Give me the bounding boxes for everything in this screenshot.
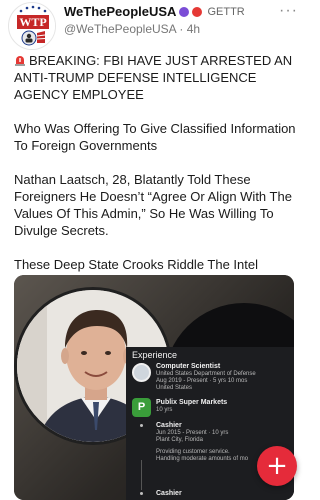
influencer-badge-icon — [192, 6, 203, 17]
job1-dates: Aug 2019 - Present · 5 yrs 10 mos — [156, 378, 248, 384]
role2-title: Cashier — [156, 490, 182, 497]
post-paragraph-4: These Deep State Crooks Riddle The Intel — [14, 257, 259, 272]
publix-logo-icon: P — [132, 398, 151, 417]
timeline-dot — [140, 424, 143, 427]
job1-org: United States Department of Defense — [156, 371, 256, 377]
job1-location: United States — [156, 385, 193, 391]
separator: · — [179, 22, 184, 36]
role1-title: Cashier — [156, 422, 182, 429]
post-time[interactable]: 4h — [187, 22, 200, 36]
post-body: BREAKING: FBI HAVE JUST ARRESTED AN ANTI… — [14, 52, 298, 292]
author-name[interactable]: WeThePeopleUSA — [64, 4, 176, 19]
timeline-dot — [140, 492, 143, 495]
role1-location: Plant City, Florida — [156, 437, 203, 443]
post-header: WeThePeopleUSA GETTR @WeThePeopleUSA · 4… — [64, 4, 300, 40]
dod-seal-icon — [132, 363, 151, 382]
post-paragraph-3: Nathan Laatsch, 28, Blatantly Told These… — [14, 172, 292, 238]
handle-row: @WeThePeopleUSA · 4h — [64, 22, 300, 36]
role1-desc-1: Providing customer service. — [156, 449, 230, 455]
role1-desc-2: Handling moderate amounts of mo — [156, 456, 249, 462]
post-media-image[interactable]: Experience Computer Scientist United Sta… — [14, 275, 294, 500]
wtp-logo-icon: WTP — [10, 4, 55, 49]
timeline-line — [141, 460, 142, 490]
job2-duration: 10 yrs — [156, 407, 173, 413]
role1-dates: Jun 2015 - Present · 10 yrs — [156, 430, 229, 436]
avatar-logo-text: WTP — [19, 15, 46, 29]
post-paragraph-2: Who Was Offering To Give Classified Info… — [14, 121, 296, 153]
verified-badge-icon — [179, 6, 190, 17]
siren-icon — [15, 56, 25, 66]
platform-label: GETTR — [207, 5, 245, 18]
compose-plus-button[interactable]: + — [257, 446, 297, 486]
experience-title: Experience — [132, 350, 178, 360]
post-paragraph-1-text: BREAKING: FBI HAVE JUST ARRESTED AN ANTI… — [14, 53, 293, 102]
more-dots-icon[interactable]: ··· — [279, 2, 298, 20]
author-handle[interactable]: @WeThePeopleUSA — [64, 22, 176, 36]
author-avatar[interactable]: WTP — [8, 2, 56, 50]
job2-company: Publix Super Markets — [156, 399, 228, 406]
post-paragraph-1: BREAKING: FBI HAVE JUST ARRESTED AN ANTI… — [14, 52, 298, 103]
job1-title: Computer Scientist — [156, 363, 221, 370]
